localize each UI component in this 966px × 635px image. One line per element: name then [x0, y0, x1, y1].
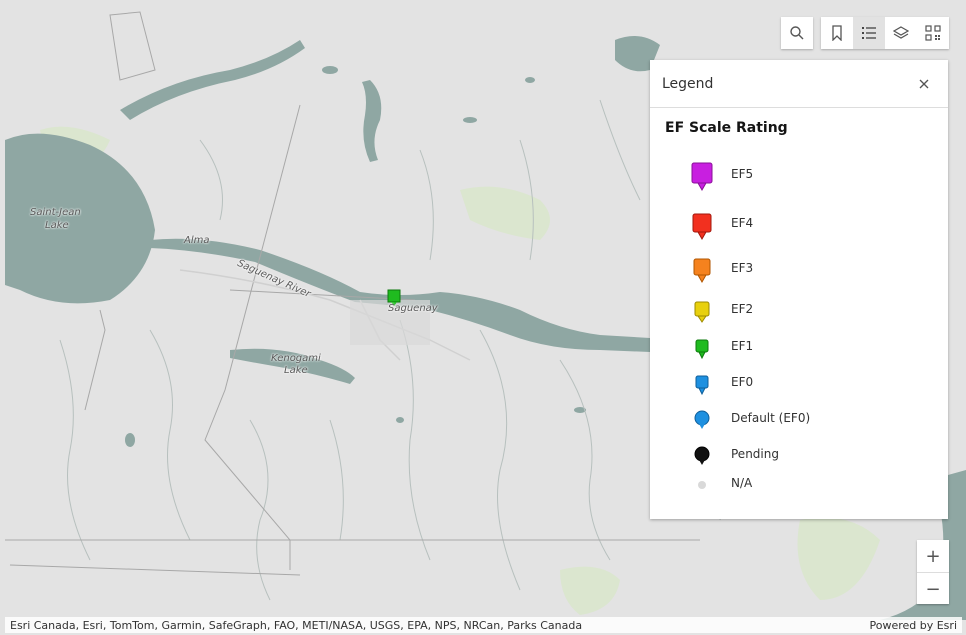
legend-panel: Legend EF Scale Rating EF5 EF4 EF3 EF2 E…: [650, 60, 948, 519]
map-label-alma: Alma: [184, 235, 210, 246]
search-toolbar: [781, 17, 813, 49]
legend-item-label: EF1: [731, 339, 754, 353]
bookmark-icon: [832, 25, 842, 41]
legend-item-pending: Pending: [650, 445, 948, 475]
small-lake: [322, 66, 338, 74]
zoom-in-button[interactable]: +: [917, 540, 949, 573]
legend-close-button[interactable]: [912, 72, 936, 96]
ef3-pin-icon: [693, 258, 711, 284]
small-lake: [396, 417, 404, 423]
widget-toolbar: [821, 17, 949, 49]
small-lake: [125, 433, 135, 447]
legend-item-ef5: EF5: [650, 162, 948, 192]
legend-item-label: Pending: [731, 447, 779, 461]
ef2-pin-icon: [694, 301, 710, 323]
attribution-text[interactable]: Esri Canada, Esri, TomTom, Garmin, SafeG…: [10, 619, 582, 632]
qr-code-icon: [925, 25, 941, 41]
powered-by-esri[interactable]: Powered by Esri: [869, 619, 957, 632]
ef5-pin-icon: [691, 162, 713, 192]
legend-item-ef1: EF1: [650, 339, 948, 369]
map-label-saguenay: Saguenay: [388, 303, 438, 314]
legend-button[interactable]: [853, 17, 885, 49]
na-dot-icon: [698, 481, 706, 489]
search-button[interactable]: [781, 17, 813, 49]
close-icon: [919, 79, 929, 88]
legend-item-label: EF3: [731, 261, 754, 275]
legend-layer-title: EF Scale Rating: [665, 120, 788, 136]
map-label-kenogami-lake: Lake: [284, 365, 308, 376]
search-icon: [790, 26, 804, 40]
bookmarks-button[interactable]: [821, 17, 853, 49]
legend-item-ef3: EF3: [650, 258, 948, 288]
legend-item-na: N/A: [650, 476, 948, 508]
legend-item-label: N/A: [731, 476, 753, 490]
legend-item-label: Default (EF0): [731, 411, 811, 425]
ef4-pin-icon: [692, 213, 712, 241]
small-lake: [525, 77, 535, 83]
zoom-control: + −: [917, 540, 949, 604]
zoom-out-button[interactable]: −: [917, 573, 949, 605]
legend-item-ef0: EF0: [650, 375, 948, 405]
ef1-pin-icon: [695, 339, 709, 360]
default-drop-icon: [694, 410, 710, 429]
map-label-saint-jean: Saint-Jean: [30, 207, 81, 218]
layer-list-button[interactable]: [885, 17, 917, 49]
legend-item-label: EF0: [731, 375, 754, 389]
legend-item-ef4: EF4: [650, 213, 948, 243]
map-label-kenogami: Kenogami: [271, 353, 321, 364]
legend-item-label: EF4: [731, 216, 754, 230]
legend-item-label: EF2: [731, 302, 754, 316]
ef0-pin-icon: [695, 375, 709, 396]
legend-item-label: EF5: [731, 167, 754, 181]
map-label-lake: Lake: [45, 220, 69, 231]
layers-icon: [893, 26, 909, 39]
basemap-gallery-button[interactable]: [917, 17, 949, 49]
small-lake: [463, 117, 477, 123]
legend-item-default: Default (EF0): [650, 409, 948, 439]
legend-header: Legend: [650, 60, 948, 108]
legend-list-icon: [862, 27, 876, 39]
legend-item-ef2: EF2: [650, 301, 948, 331]
pending-drop-icon: [694, 446, 710, 465]
legend-title: Legend: [662, 75, 714, 92]
attribution-bar: Esri Canada, Esri, TomTom, Garmin, SafeG…: [5, 617, 962, 633]
